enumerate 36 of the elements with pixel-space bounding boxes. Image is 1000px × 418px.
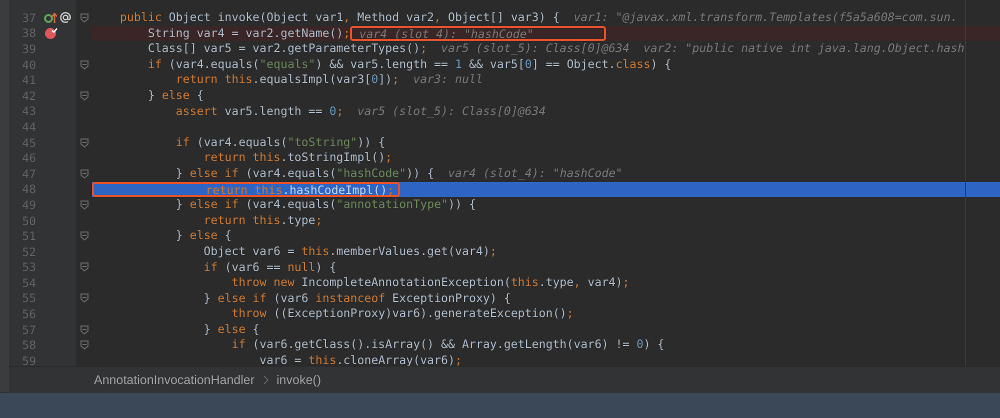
code-line: return this.equalsImpl(var3[0]); var3: null (174, 72, 484, 88)
chevron-icon (262, 375, 269, 385)
fold-icon[interactable] (80, 168, 88, 179)
breakpoint-icon[interactable] (44, 26, 58, 40)
code-line: return this.type; (202, 212, 324, 228)
code-line: public Object invoke(Object var1, Method var2, Object[] var3) { var1: "@javax.xml.transform.Templates(f5a5a608=com.sun. (118, 10, 959, 26)
fold-icon[interactable] (80, 324, 88, 335)
override-icon[interactable] (44, 12, 57, 24)
code-line: if (var4.equals("toString")) { (174, 134, 386, 150)
code-line: return this.toStringImpl(); (202, 150, 394, 166)
fold-icon[interactable] (80, 12, 88, 23)
code-line: if (var6.getClass().isArray() && Array.getLength(var6) != 0) { (230, 337, 666, 354)
code-line: } else if (var4.equals("hashCode")) { var4 (slot_4): "hashCode" (174, 166, 624, 182)
code-line: Object var6 = this.memberValues.get(var4); (202, 244, 498, 260)
code-line: } else if (var4.equals("annotationType")) { (174, 197, 477, 213)
code-line: if (var6 == null) { (202, 260, 338, 276)
annotation-icon[interactable] (59, 11, 72, 24)
fold-icon[interactable] (80, 262, 88, 272)
breadcrumb-item[interactable]: invoke() (276, 373, 321, 387)
code-line: } else if (var6 instanceof ExceptionProxy) { (202, 290, 512, 306)
code-line: throw ((ExceptionProxy)var6).generateException(); (230, 306, 575, 322)
fold-icon[interactable] (80, 138, 88, 148)
breadcrumb-item[interactable]: AnnotationInvocationHandler (94, 373, 255, 387)
code-line: throw new IncompleteAnnotationException(this.type, var4); (230, 275, 630, 291)
fold-icon[interactable] (80, 340, 88, 350)
code-line: } else { (146, 88, 205, 104)
code-line: } else { (174, 228, 233, 244)
fold-icon[interactable] (80, 90, 88, 101)
fold-icon[interactable] (80, 200, 88, 210)
code-line: if (var4.equals("equals") && var5.length == 1 && var5[0] == Object.class) { (146, 56, 672, 72)
fold-icon[interactable] (80, 293, 88, 304)
code-line: Class[] var5 = var2.getParameterTypes(); var5 (slot_5): Class[0]@634 var2: "public native int java.lang.Object.hash (146, 41, 966, 57)
fold-icon[interactable] (80, 60, 88, 70)
code-line: assert var5.length == 0; var5 (slot_5): Class[0]@634 (174, 104, 547, 120)
fold-icon[interactable] (80, 231, 88, 242)
code-line: } else { (202, 322, 261, 338)
